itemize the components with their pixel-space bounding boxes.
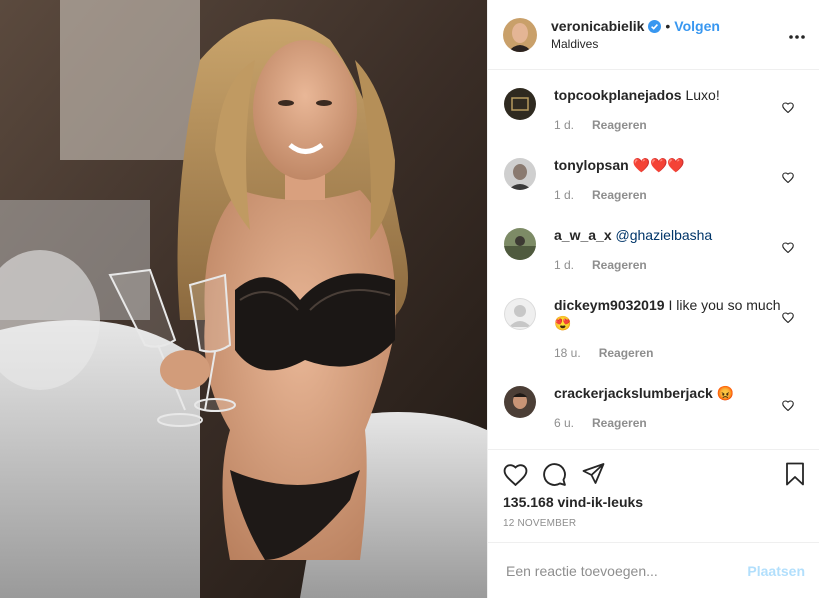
comment-item: tonylopsan ❤️❤️❤️ 1 d. Reageren xyxy=(488,140,819,210)
comment-avatar[interactable] xyxy=(504,88,536,120)
photo-illustration xyxy=(0,0,487,598)
comment-username[interactable]: topcookplanejados xyxy=(554,87,682,103)
post-photo[interactable] xyxy=(0,0,487,598)
comment-avatar[interactable] xyxy=(504,298,536,330)
comment-text: ❤️❤️❤️ xyxy=(632,157,685,173)
reply-button[interactable]: Reageren xyxy=(592,258,647,272)
comment-heart-icon[interactable] xyxy=(782,310,794,328)
comment-item: dickeym9032019 I like you so much😍 18 u.… xyxy=(488,280,819,368)
comment-username[interactable]: tonylopsan xyxy=(554,157,629,173)
post-side-panel: veronicabielik • Volgen Maldives topcook… xyxy=(487,0,819,598)
comment-avatar[interactable] xyxy=(504,158,536,190)
verified-badge-icon xyxy=(648,19,662,33)
comment-time[interactable]: 18 u. xyxy=(554,346,581,360)
post-location[interactable]: Maldives xyxy=(551,37,720,51)
post-comment-button[interactable]: Plaatsen xyxy=(747,563,805,579)
comment-text: 😡 xyxy=(716,385,735,401)
comment-username[interactable]: dickeym9032019 xyxy=(554,297,665,313)
comment-username[interactable]: crackerjackslumberjack xyxy=(554,385,713,401)
likes-count[interactable]: 135.168 vind-ik-leuks xyxy=(503,494,803,510)
reply-button[interactable]: Reageren xyxy=(592,416,647,430)
reply-button[interactable]: Reageren xyxy=(592,188,647,202)
comment-heart-icon[interactable] xyxy=(782,170,794,188)
bookmark-icon[interactable] xyxy=(785,462,805,491)
separator-dot: • xyxy=(665,18,671,34)
author-avatar-image xyxy=(503,17,537,52)
reply-button[interactable]: Reageren xyxy=(599,346,654,360)
post-dialog: veronicabielik • Volgen Maldives topcook… xyxy=(0,0,820,598)
post-date[interactable]: 12 NOVEMBER xyxy=(503,518,803,529)
post-actions: 135.168 vind-ik-leuks 12 NOVEMBER xyxy=(488,449,819,542)
comments-list[interactable]: topcookplanejados Luxo! 1 d. Reageren to… xyxy=(488,70,819,449)
more-icon[interactable] xyxy=(789,26,805,44)
comment-avatar[interactable] xyxy=(504,386,536,418)
comment-avatar[interactable] xyxy=(504,228,536,260)
comment-time[interactable]: 6 u. xyxy=(554,416,574,430)
comment-time[interactable]: 1 d. xyxy=(554,118,574,132)
comment-item: topcookplanejados Luxo! 1 d. Reageren xyxy=(488,70,819,140)
comment-mention[interactable]: @ghazielbasha xyxy=(616,227,713,243)
post-header-text: veronicabielik • Volgen Maldives xyxy=(551,18,720,51)
author-username[interactable]: veronicabielik xyxy=(551,18,644,34)
heart-icon[interactable] xyxy=(503,463,528,486)
comment-time[interactable]: 1 d. xyxy=(554,258,574,272)
comment-heart-icon[interactable] xyxy=(782,100,794,118)
comment-time[interactable]: 1 d. xyxy=(554,188,574,202)
share-icon[interactable] xyxy=(581,462,606,486)
author-avatar[interactable] xyxy=(503,17,537,52)
add-comment-bar: Plaatsen xyxy=(488,542,819,598)
follow-button[interactable]: Volgen xyxy=(674,18,720,34)
comment-heart-icon[interactable] xyxy=(782,398,794,416)
comment-username[interactable]: a_w_a_x xyxy=(554,227,612,243)
comment-text: Luxo! xyxy=(685,87,720,103)
post-header: veronicabielik • Volgen Maldives xyxy=(488,0,819,70)
comment-icon[interactable] xyxy=(542,462,567,487)
reply-button[interactable]: Reageren xyxy=(592,118,647,132)
comment-item: crackerjackslumberjack 😡 6 u. Reageren xyxy=(488,368,819,438)
comment-heart-icon[interactable] xyxy=(782,240,794,258)
comment-item: a_w_a_x @ghazielbasha 1 d. Reageren xyxy=(488,210,819,280)
comment-input[interactable] xyxy=(504,561,748,580)
